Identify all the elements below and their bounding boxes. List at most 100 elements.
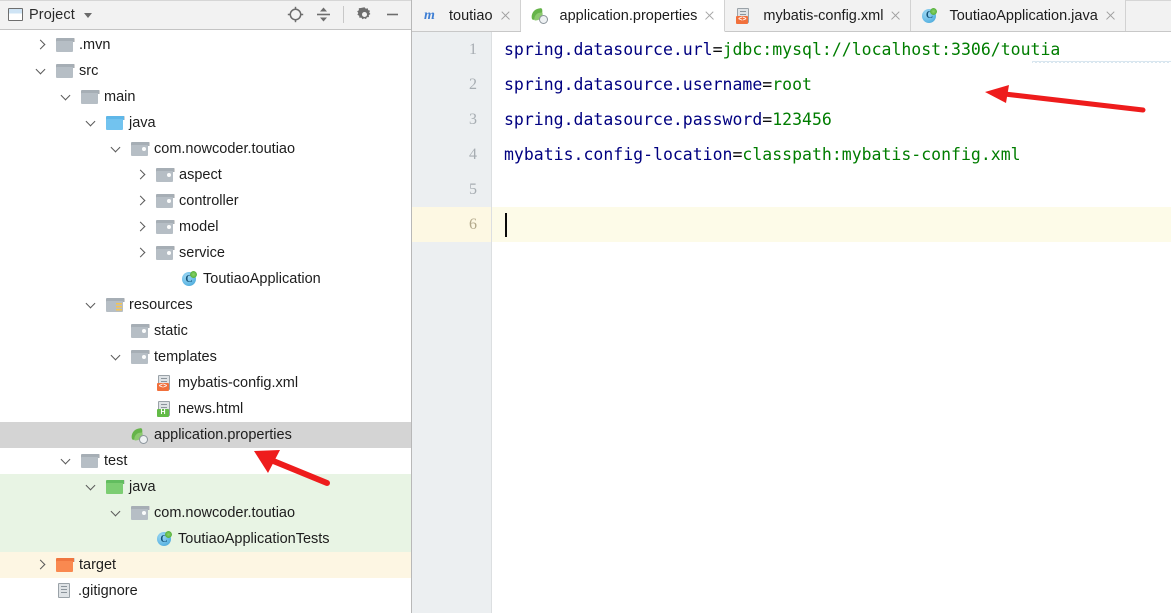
html-file-icon: H (156, 401, 172, 417)
chevron-right-icon[interactable] (133, 245, 149, 261)
package-icon (156, 168, 175, 182)
property-key: spring.datasource.password (504, 110, 763, 129)
package-icon (156, 194, 175, 208)
chevron-right-icon[interactable] (33, 557, 49, 573)
chevron-down-icon[interactable] (108, 141, 124, 157)
tree-node-news-html[interactable]: Hnews.html (0, 396, 411, 422)
property-key: mybatis.config-location (504, 145, 733, 164)
tree-node-service[interactable]: service (0, 240, 411, 266)
tree-node-java[interactable]: java (0, 110, 411, 136)
text-file-icon (56, 583, 72, 599)
chevron-down-icon[interactable] (108, 505, 124, 521)
close-icon[interactable] (889, 9, 902, 22)
project-title-group[interactable]: Project (8, 7, 282, 23)
chevron-right-icon[interactable] (33, 37, 49, 53)
tree-node-label: news.html (178, 400, 244, 417)
tree-node-com-nowcoder-toutiao[interactable]: com.nowcoder.toutiao (0, 500, 411, 526)
tree-node-toutiaoapplicationtests[interactable]: C ToutiaoApplicationTests (0, 526, 411, 552)
java-class-run-icon: C (181, 271, 197, 287)
editor-tab-label: application.properties (559, 7, 698, 24)
close-icon[interactable] (499, 9, 512, 22)
gear-icon[interactable] (351, 3, 377, 27)
code-content[interactable]: spring.datasource.url=jdbc:mysql://local… (492, 32, 1171, 613)
close-icon[interactable] (1104, 9, 1117, 22)
crosshair-target-icon[interactable] (282, 3, 308, 27)
tree-node-label: static (154, 322, 188, 339)
code-line[interactable]: spring.datasource.username=root (492, 67, 1171, 102)
chevron-down-icon[interactable] (33, 63, 49, 79)
folder-grey-icon (56, 38, 75, 52)
tree-node-label: java (129, 114, 156, 131)
tree-node-label: java (129, 478, 156, 495)
package-icon (131, 506, 150, 520)
code-line[interactable] (492, 172, 1171, 207)
line-number: 2 (469, 76, 477, 93)
code-line[interactable]: spring.datasource.password=123456 (492, 102, 1171, 137)
tree-node-main[interactable]: main (0, 84, 411, 110)
folder-grey-icon (81, 90, 100, 104)
property-equals: = (762, 75, 773, 94)
tree-node-mvn[interactable]: .mvn (0, 32, 411, 58)
tree-node-model[interactable]: model (0, 214, 411, 240)
chevron-down-icon[interactable] (83, 479, 99, 495)
project-toolbar: Project (0, 0, 411, 30)
minimize-icon[interactable] (379, 3, 405, 27)
property-equals: = (762, 110, 773, 129)
tree-node-target[interactable]: target (0, 552, 411, 578)
editor-tab-toutiaoapplication-java[interactable]: C ToutiaoApplication.java (911, 0, 1126, 31)
java-class-run-icon: C (921, 7, 938, 24)
inspection-squiggle (1032, 60, 1171, 63)
property-key: spring.datasource.username (504, 75, 763, 94)
tree-node-controller[interactable]: controller (0, 188, 411, 214)
chevron-down-icon[interactable] (83, 115, 99, 131)
tree-node-resources[interactable]: resources (0, 292, 411, 318)
text-caret (505, 213, 507, 237)
editor-tab-label: toutiao (449, 7, 493, 24)
package-icon (156, 246, 175, 260)
tree-node-label: controller (179, 192, 239, 209)
tree-node-mybatis-config-xml[interactable]: <> mybatis-config.xml (0, 370, 411, 396)
property-value: classpath:mybatis-config.xml (742, 145, 1021, 164)
property-equals: = (712, 40, 723, 59)
tree-node-java[interactable]: java (0, 474, 411, 500)
chevron-down-icon[interactable] (58, 89, 74, 105)
chevron-down-icon[interactable] (108, 349, 124, 365)
tree-node-label: application.properties (154, 426, 292, 443)
chevron-down-icon[interactable] (58, 453, 74, 469)
code-line[interactable] (492, 207, 1171, 242)
java-class-run-icon: C (156, 531, 172, 547)
code-line[interactable]: mybatis.config-location=classpath:mybati… (492, 137, 1171, 172)
line-number-gutter[interactable]: 1 2 3 4 5 6 (412, 32, 492, 613)
chevron-right-icon[interactable] (133, 167, 149, 183)
close-icon[interactable] (703, 9, 716, 22)
tree-node-gitignore[interactable]: .gitignore (0, 578, 411, 604)
tree-node-aspect[interactable]: aspect (0, 162, 411, 188)
tree-node-label: com.nowcoder.toutiao (154, 140, 296, 157)
tree-node-label: .gitignore (78, 582, 138, 599)
editor-tab-toutiao[interactable]: m toutiao (412, 0, 521, 31)
editor-tab-mybatis-config-xml[interactable]: <> mybatis-config.xml (725, 0, 912, 31)
tree-node-label: service (179, 244, 225, 261)
tree-node-src[interactable]: src (0, 58, 411, 84)
tree-node-com-nowcoder-toutiao[interactable]: com.nowcoder.toutiao (0, 136, 411, 162)
chevron-down-icon[interactable] (83, 13, 92, 18)
collapse-all-icon[interactable] (310, 3, 336, 27)
chevron-right-icon[interactable] (133, 193, 149, 209)
tree-node-label: ToutiaoApplicationTests (178, 530, 330, 547)
tree-node-test[interactable]: test (0, 448, 411, 474)
package-icon (131, 324, 150, 338)
code-line[interactable]: spring.datasource.url=jdbc:mysql://local… (492, 32, 1171, 67)
chevron-down-icon[interactable] (83, 297, 99, 313)
tree-node-static[interactable]: static (0, 318, 411, 344)
line-number: 6 (412, 207, 491, 242)
editor-tab-label: mybatis-config.xml (763, 7, 884, 24)
tree-node-application-properties[interactable]: application.properties (0, 422, 411, 448)
tree-node-toutiaoapplication[interactable]: C ToutiaoApplication (0, 266, 411, 292)
editor-tab-application-properties[interactable]: application.properties (520, 0, 726, 32)
tree-node-templates[interactable]: templates (0, 344, 411, 370)
project-tree[interactable]: .mvn src main java com.nowcoder.toutiao aspec… (0, 30, 411, 613)
chevron-right-icon[interactable] (133, 219, 149, 235)
